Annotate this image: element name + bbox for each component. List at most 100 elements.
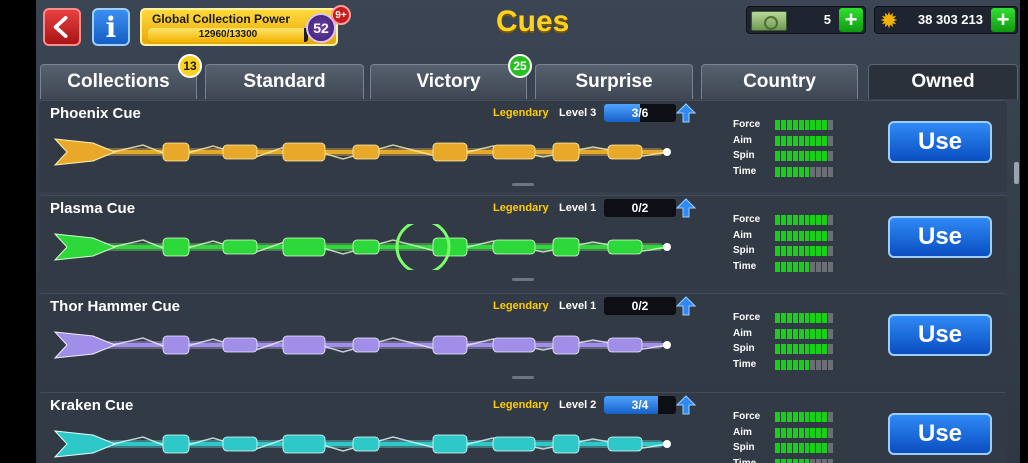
tab-owned[interactable]: Owned xyxy=(868,64,1018,99)
stat-segment xyxy=(822,135,828,146)
stat-segment xyxy=(786,120,792,130)
stat-segment xyxy=(804,313,810,323)
stat-bar xyxy=(775,313,834,323)
stat-segment xyxy=(786,443,792,453)
stat-bar xyxy=(775,151,834,161)
tab-country[interactable]: Country xyxy=(701,64,858,99)
tab-surprise[interactable]: Surprise xyxy=(535,64,693,99)
stat-segment xyxy=(792,443,798,453)
stat-segment xyxy=(786,151,792,161)
stat-segment xyxy=(798,215,804,225)
info-icon: i xyxy=(105,10,117,44)
stat-segment xyxy=(822,120,828,130)
stat-segment xyxy=(775,120,780,130)
cue-image xyxy=(53,331,671,359)
info-button[interactable]: i xyxy=(92,8,130,46)
stat-label: Force xyxy=(733,312,761,323)
stat-aim: Aim xyxy=(733,426,834,440)
upgrade-progress-text: 0/2 xyxy=(631,299,649,313)
cue-card[interactable]: Kraken Cue Legendary Level 2 3/4 Force Aim Spi… xyxy=(39,392,1007,463)
stat-segment xyxy=(775,215,780,225)
upgrade-arrow-icon[interactable] xyxy=(676,395,696,415)
stat-segment xyxy=(786,344,792,354)
tab-standard[interactable]: Standard xyxy=(205,64,364,99)
cue-level: Level 1 xyxy=(559,300,597,312)
stat-segment xyxy=(828,215,834,225)
stat-segment xyxy=(804,120,810,130)
stat-segment xyxy=(775,151,780,161)
stat-segment xyxy=(792,359,798,370)
coin-icon: ✹ xyxy=(879,8,899,33)
stat-segment xyxy=(816,246,822,256)
stat-segment xyxy=(792,328,798,339)
stat-segment xyxy=(816,313,822,323)
stat-segment xyxy=(798,246,804,256)
stat-bar xyxy=(775,458,834,463)
stat-segment xyxy=(792,261,798,272)
stat-segment xyxy=(816,230,822,241)
upgrade-arrow-icon[interactable] xyxy=(676,103,696,123)
stat-segment xyxy=(810,246,816,256)
cue-rarity: Legendary xyxy=(493,107,549,119)
plus-icon: + xyxy=(996,7,1010,32)
scrollbar-thumb[interactable] xyxy=(1014,162,1019,184)
stat-segment xyxy=(798,359,804,370)
stat-segment xyxy=(816,458,822,463)
page-title: Cues xyxy=(496,5,570,38)
stat-bar xyxy=(775,135,834,146)
tab-collections[interactable]: Collections 13 xyxy=(40,54,202,99)
stat-segment xyxy=(780,359,786,370)
upgrade-progress-bar: 0/2 xyxy=(604,199,676,217)
stat-segment xyxy=(816,412,822,422)
upgrade-arrow-icon[interactable] xyxy=(676,198,696,218)
stat-segment xyxy=(775,230,780,241)
cue-card[interactable]: Thor Hammer Cue Legendary Level 1 0/2 Force A… xyxy=(39,293,1007,385)
stat-segment xyxy=(786,328,792,339)
add-cash-button[interactable]: + xyxy=(839,8,863,32)
tab-label: Collections xyxy=(67,71,170,92)
cue-card[interactable]: Phoenix Cue Legendary Level 3 3/6 Force Aim Sp… xyxy=(39,100,1007,192)
stat-segment xyxy=(804,230,810,241)
back-button[interactable] xyxy=(43,8,81,46)
use-cue-button[interactable]: Use xyxy=(888,121,992,163)
stat-segment xyxy=(792,215,798,225)
stat-segment xyxy=(816,166,822,177)
stat-segment xyxy=(786,230,792,241)
upgrade-arrow-icon[interactable] xyxy=(676,296,696,316)
cue-image xyxy=(53,430,671,458)
use-cue-button[interactable]: Use xyxy=(888,216,992,258)
tab-label: Owned xyxy=(911,71,975,92)
stat-segment xyxy=(816,215,822,225)
plus-icon: + xyxy=(844,7,858,32)
stat-label: Aim xyxy=(733,229,752,241)
stat-segment xyxy=(798,313,804,323)
stat-segment xyxy=(822,313,828,323)
use-cue-button[interactable]: Use xyxy=(888,413,992,455)
stat-label: Force xyxy=(733,119,761,130)
stat-segment xyxy=(804,344,810,354)
stat-segment xyxy=(828,458,834,463)
stat-spin: Spin xyxy=(733,149,834,163)
stat-bar xyxy=(775,443,834,453)
stat-segment xyxy=(828,344,834,354)
cue-card[interactable]: Plasma Cue Legendary Level 1 0/2 Force Aim Spi… xyxy=(39,195,1007,287)
stat-label: Aim xyxy=(733,426,752,438)
list-scrollbar[interactable] xyxy=(1014,100,1019,460)
stat-label: Spin xyxy=(733,245,755,256)
use-cue-button[interactable]: Use xyxy=(888,314,992,356)
stat-segment xyxy=(786,246,792,256)
stat-segment xyxy=(810,328,816,339)
stat-segment xyxy=(780,151,786,161)
add-coins-button[interactable]: + xyxy=(991,8,1015,32)
stat-segment xyxy=(786,215,792,225)
stat-segment xyxy=(828,166,834,177)
tab-victory[interactable]: Victory 25 xyxy=(370,54,532,99)
tab-label: Standard xyxy=(243,71,326,92)
cash-value: 5 xyxy=(823,12,831,27)
stat-force: Force xyxy=(733,213,834,227)
stat-segment xyxy=(810,166,816,177)
stat-segment xyxy=(792,458,798,463)
stat-segment xyxy=(780,427,786,438)
stat-bar xyxy=(775,261,834,272)
stat-segment xyxy=(798,261,804,272)
